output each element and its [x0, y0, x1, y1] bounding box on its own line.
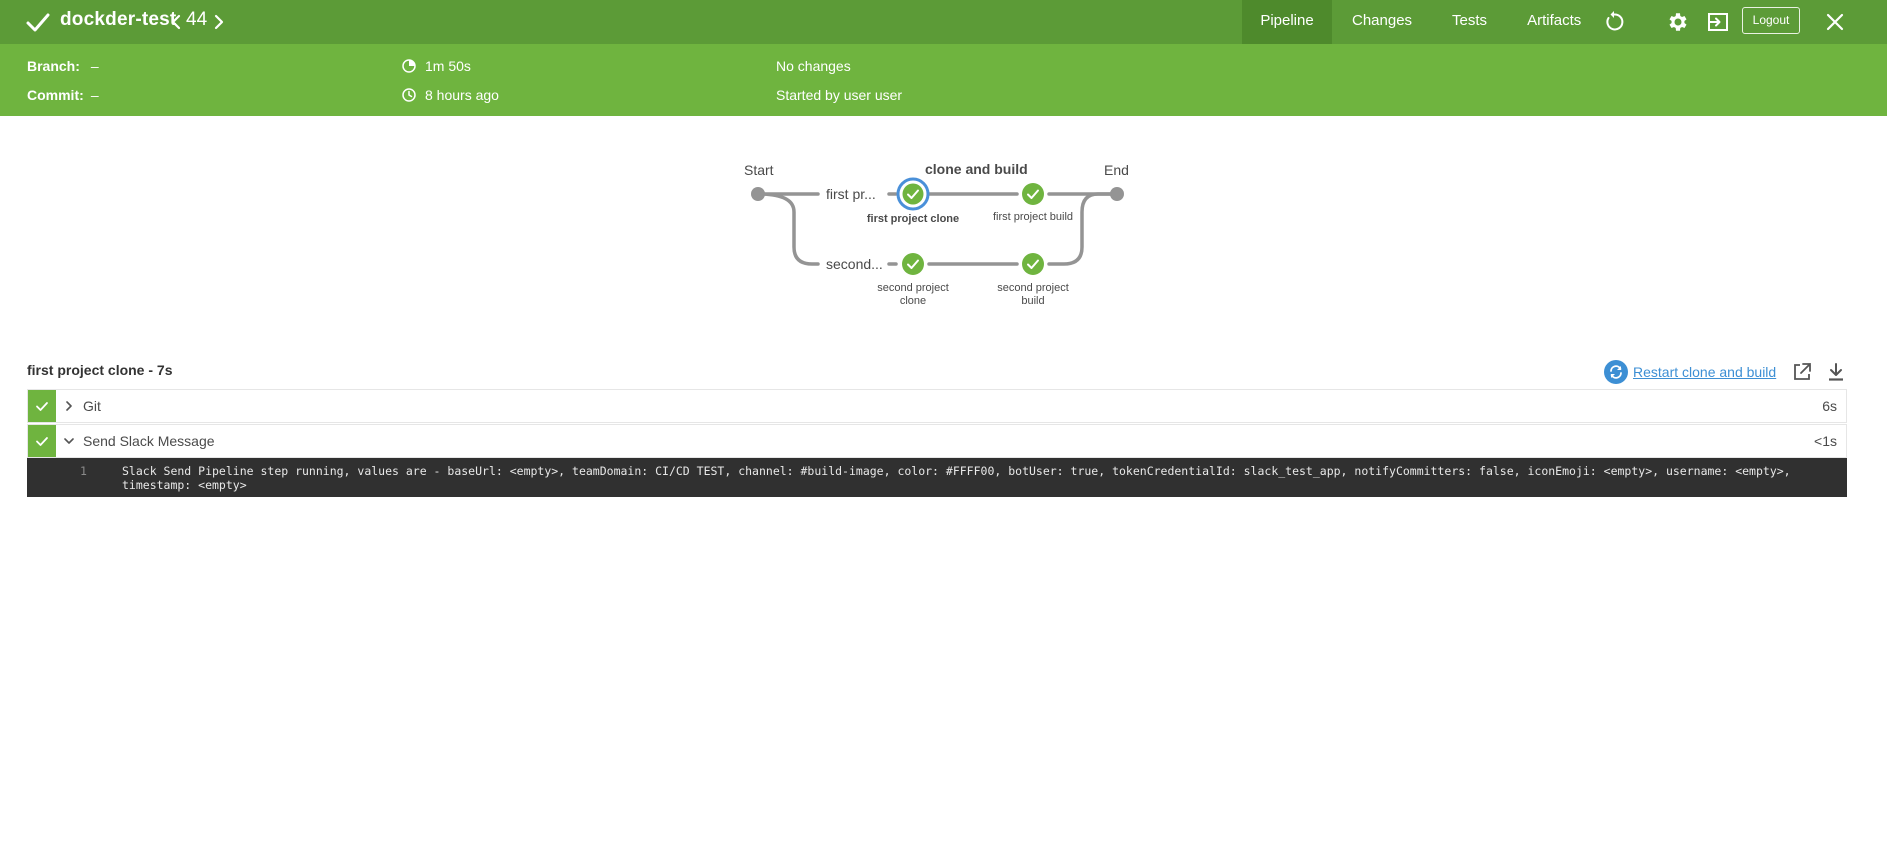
commit-info: Commit: –: [27, 87, 99, 103]
duration-value: 1m 50s: [425, 58, 471, 74]
step-label-second-project-build[interactable]: second project build: [992, 282, 1074, 308]
step-detail-title: first project clone - 7s: [27, 362, 173, 378]
tab-pipeline[interactable]: Pipeline: [1242, 0, 1332, 44]
step-row-send-slack-message[interactable]: Send Slack Message <1s: [27, 424, 1847, 458]
branch-value: –: [90, 58, 99, 74]
log-line-number[interactable]: 1: [80, 464, 87, 478]
gear-icon[interactable]: [1666, 10, 1690, 34]
step-duration: <1s: [1814, 433, 1837, 449]
logout-button[interactable]: Logout: [1742, 7, 1800, 34]
tab-artifacts[interactable]: Artifacts: [1507, 0, 1601, 44]
started-time: 8 hours ago: [425, 87, 499, 103]
top-bar: dockder-test 44 Pipeline Changes Tests A…: [0, 0, 1887, 44]
step-node-second-project-clone[interactable]: [902, 253, 924, 275]
step-node-first-project-build[interactable]: [1022, 183, 1044, 205]
step-label-first-project-clone[interactable]: first project clone: [858, 213, 968, 226]
step-label-second-project-clone[interactable]: second project clone: [872, 282, 954, 308]
step-row-git[interactable]: Git 6s: [27, 389, 1847, 423]
step-node-first-project-clone[interactable]: [896, 177, 930, 211]
success-check-icon: [36, 437, 48, 446]
tab-bar: Pipeline Changes Tests Artifacts: [1242, 0, 1601, 44]
start-label: Start: [744, 162, 774, 178]
tab-changes[interactable]: Changes: [1332, 0, 1432, 44]
step-log-output: 1 Slack Send Pipeline step running, valu…: [27, 458, 1847, 497]
open-in-new-window-icon[interactable]: [1791, 361, 1813, 383]
step-status-success: [28, 390, 56, 422]
restart-stage-label[interactable]: Restart clone and build: [1633, 364, 1776, 380]
start-node[interactable]: [751, 187, 765, 201]
started-by: Started by user user: [776, 87, 903, 103]
restart-icon: [1604, 360, 1628, 384]
end-node[interactable]: [1110, 187, 1124, 201]
step-label-first-project-build[interactable]: first project build: [978, 211, 1088, 224]
run-summary: Branch: – Commit: – 1m 50s 8 hours ago N…: [0, 44, 1887, 116]
previous-run-chevron-icon[interactable]: [169, 11, 183, 33]
pipeline-connectors: [751, 177, 1124, 275]
rerun-icon[interactable]: [1602, 10, 1626, 34]
clock-icon: [402, 88, 416, 102]
end-label: End: [1104, 162, 1129, 178]
commit-value: –: [90, 87, 99, 103]
tab-tests[interactable]: Tests: [1432, 0, 1507, 44]
next-run-chevron-icon[interactable]: [212, 11, 226, 33]
job-title[interactable]: dockder-test: [60, 9, 176, 31]
run-number: 44: [186, 9, 208, 30]
step-status-success: [28, 425, 56, 457]
step-node-second-project-build[interactable]: [1022, 253, 1044, 275]
duration-icon: [402, 59, 416, 73]
chevron-down-icon[interactable]: [64, 436, 74, 446]
branch-label-first[interactable]: first pr...: [826, 186, 876, 202]
restart-stage-button[interactable]: Restart clone and build: [1604, 360, 1776, 384]
close-icon[interactable]: [1823, 10, 1847, 34]
log-line-text: Slack Send Pipeline step running, values…: [122, 464, 1798, 492]
stage-title[interactable]: clone and build: [925, 161, 1028, 177]
commit-label: Commit:: [27, 87, 84, 103]
pipeline-graph: Start clone and build End first pr... se…: [0, 116, 1887, 346]
step-duration: 6s: [1822, 398, 1837, 414]
changes-status: No changes: [776, 58, 851, 74]
branch-label: Branch:: [27, 58, 80, 74]
branch-info: Branch: –: [27, 58, 99, 74]
step-name: Send Slack Message: [83, 433, 215, 449]
branch-label-second[interactable]: second...: [826, 256, 883, 272]
success-check-icon: [26, 13, 50, 32]
download-icon[interactable]: [1825, 361, 1847, 383]
success-check-icon: [36, 402, 48, 411]
chevron-right-icon[interactable]: [64, 401, 74, 411]
step-name: Git: [83, 398, 101, 414]
classic-view-exit-icon[interactable]: [1706, 10, 1730, 34]
